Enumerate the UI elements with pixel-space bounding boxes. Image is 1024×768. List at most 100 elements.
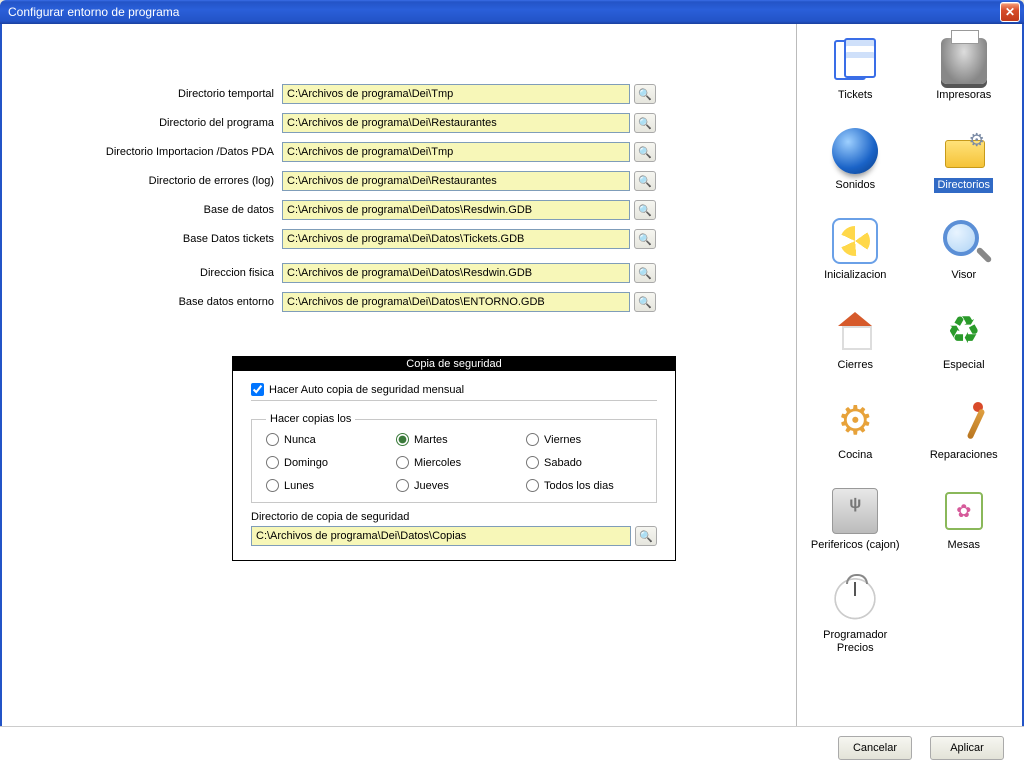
sidebar-item-especial[interactable]: ♻ Especial <box>910 304 1019 394</box>
sidebar-item-cierres[interactable]: Cierres <box>801 304 910 394</box>
sidebar-label: Impresoras <box>933 88 994 103</box>
input-errores[interactable] <box>282 171 630 191</box>
row-entorno: Base datos entorno 🔍 <box>52 292 746 312</box>
row-fisica: Direccion fisica 🔍 <box>52 263 746 283</box>
row-pda: Directorio Importacion /Datos PDA 🔍 <box>52 142 746 162</box>
sidebar-label: Reparaciones <box>927 448 1001 463</box>
search-icon: 🔍 <box>638 88 652 101</box>
screwdriver-icon <box>941 398 987 444</box>
row-programa: Directorio del programa 🔍 <box>52 113 746 133</box>
browse-entorno-button[interactable]: 🔍 <box>634 292 656 312</box>
sidebar-item-directorios[interactable]: Directorios <box>910 124 1019 214</box>
label-programa: Directorio del programa <box>52 117 282 129</box>
radio-jueves[interactable]: Jueves <box>396 479 516 492</box>
input-pda[interactable] <box>282 142 630 162</box>
days-legend: Hacer copias los <box>266 413 355 425</box>
row-errores: Directorio de errores (log) 🔍 <box>52 171 746 191</box>
sidebar-label: Especial <box>940 358 988 373</box>
search-icon: 🔍 <box>638 296 652 309</box>
sidebar-label: Programador Precios <box>820 628 890 655</box>
backup-dir-input[interactable] <box>251 526 631 546</box>
directories-form: Directorio temportal 🔍 Directorio del pr… <box>52 84 746 312</box>
main-panel: Directorio temportal 🔍 Directorio del pr… <box>2 24 797 766</box>
radiation-icon <box>832 218 878 264</box>
mesas-icon <box>941 488 987 534</box>
footer: Cancelar Aplicar <box>0 726 1024 768</box>
printer-icon <box>941 38 987 84</box>
sidebar-label: Mesas <box>945 538 983 553</box>
search-icon: 🔍 <box>638 233 652 246</box>
radio-miercoles[interactable]: Miercoles <box>396 456 516 469</box>
browse-fisica-button[interactable]: 🔍 <box>634 263 656 283</box>
magnifier-icon <box>941 218 987 264</box>
radio-domingo[interactable]: Domingo <box>266 456 386 469</box>
label-errores: Directorio de errores (log) <box>52 175 282 187</box>
auto-backup-checkbox[interactable] <box>251 383 264 396</box>
sidebar-label: Tickets <box>835 88 875 103</box>
label-tickets: Base Datos tickets <box>52 233 282 245</box>
label-temportal: Directorio temportal <box>52 88 282 100</box>
close-icon: ✕ <box>1005 5 1015 19</box>
folder-gear-icon <box>941 128 987 174</box>
window-body: Directorio temportal 🔍 Directorio del pr… <box>0 24 1024 768</box>
cancel-button[interactable]: Cancelar <box>838 736 912 760</box>
sidebar-item-impresoras[interactable]: Impresoras <box>910 34 1019 124</box>
backup-panel: Copia de seguridad Hacer Auto copia de s… <box>232 356 676 561</box>
radio-sabado[interactable]: Sabado <box>526 456 646 469</box>
close-button[interactable]: ✕ <box>1000 2 1020 22</box>
radio-viernes[interactable]: Viernes <box>526 433 646 446</box>
sidebar-item-inicializacion[interactable]: Inicializacion <box>801 214 910 304</box>
sidebar-item-visor[interactable]: Visor <box>910 214 1019 304</box>
sidebar-label: Perifericos (cajon) <box>808 538 903 553</box>
browse-errores-button[interactable]: 🔍 <box>634 171 656 191</box>
sidebar-label: Sonidos <box>832 178 878 193</box>
sidebar-label: Visor <box>948 268 979 283</box>
browse-programa-button[interactable]: 🔍 <box>634 113 656 133</box>
browse-pda-button[interactable]: 🔍 <box>634 142 656 162</box>
label-pda: Directorio Importacion /Datos PDA <box>52 146 282 158</box>
input-programa[interactable] <box>282 113 630 133</box>
input-tickets[interactable] <box>282 229 630 249</box>
input-entorno[interactable] <box>282 292 630 312</box>
sidebar-item-cocina[interactable]: ⚙ Cocina <box>801 394 910 484</box>
sidebar: Tickets Impresoras Sonidos Directorios I… <box>797 24 1022 766</box>
sidebar-item-mesas[interactable]: Mesas <box>910 484 1019 574</box>
sidebar-label: Cierres <box>835 358 876 373</box>
recycle-icon: ♻ <box>941 308 987 354</box>
radio-nunca[interactable]: Nunca <box>266 433 386 446</box>
input-basedatos[interactable] <box>282 200 630 220</box>
tickets-icon <box>832 38 878 84</box>
input-fisica[interactable] <box>282 263 630 283</box>
search-icon: 🔍 <box>638 267 652 280</box>
label-entorno: Base datos entorno <box>52 296 282 308</box>
search-icon: 🔍 <box>638 146 652 159</box>
radio-martes[interactable]: Martes <box>396 433 516 446</box>
clock-icon <box>832 578 878 624</box>
search-icon: 🔍 <box>638 117 652 130</box>
radio-todos[interactable]: Todos los dias <box>526 479 646 492</box>
auto-backup-label: Hacer Auto copia de seguridad mensual <box>269 384 464 396</box>
radio-lunes[interactable]: Lunes <box>266 479 386 492</box>
gear-icon: ⚙ <box>832 398 878 444</box>
sidebar-label: Directorios <box>934 178 993 193</box>
window-title: Configurar entorno de programa <box>4 5 1000 19</box>
auto-backup-checkbox-row[interactable]: Hacer Auto copia de seguridad mensual <box>251 379 657 401</box>
sidebar-item-sonidos[interactable]: Sonidos <box>801 124 910 214</box>
sidebar-item-programador[interactable]: Programador Precios <box>801 574 910 664</box>
apply-button[interactable]: Aplicar <box>930 736 1004 760</box>
row-tickets: Base Datos tickets 🔍 <box>52 229 746 249</box>
sidebar-item-reparaciones[interactable]: Reparaciones <box>910 394 1019 484</box>
sidebar-item-tickets[interactable]: Tickets <box>801 34 910 124</box>
sidebar-label: Cocina <box>835 448 875 463</box>
sidebar-item-perifericos[interactable]: Perifericos (cajon) <box>801 484 910 574</box>
input-temportal[interactable] <box>282 84 630 104</box>
row-temportal: Directorio temportal 🔍 <box>52 84 746 104</box>
drive-icon <box>832 488 878 534</box>
house-icon <box>832 308 878 354</box>
browse-basedatos-button[interactable]: 🔍 <box>634 200 656 220</box>
browse-backup-dir-button[interactable]: 🔍 <box>635 526 657 546</box>
browse-tickets-button[interactable]: 🔍 <box>634 229 656 249</box>
days-fieldset: Hacer copias los Nunca Martes Viernes Do… <box>251 413 657 503</box>
browse-temportal-button[interactable]: 🔍 <box>634 84 656 104</box>
titlebar: Configurar entorno de programa ✕ <box>0 0 1024 24</box>
